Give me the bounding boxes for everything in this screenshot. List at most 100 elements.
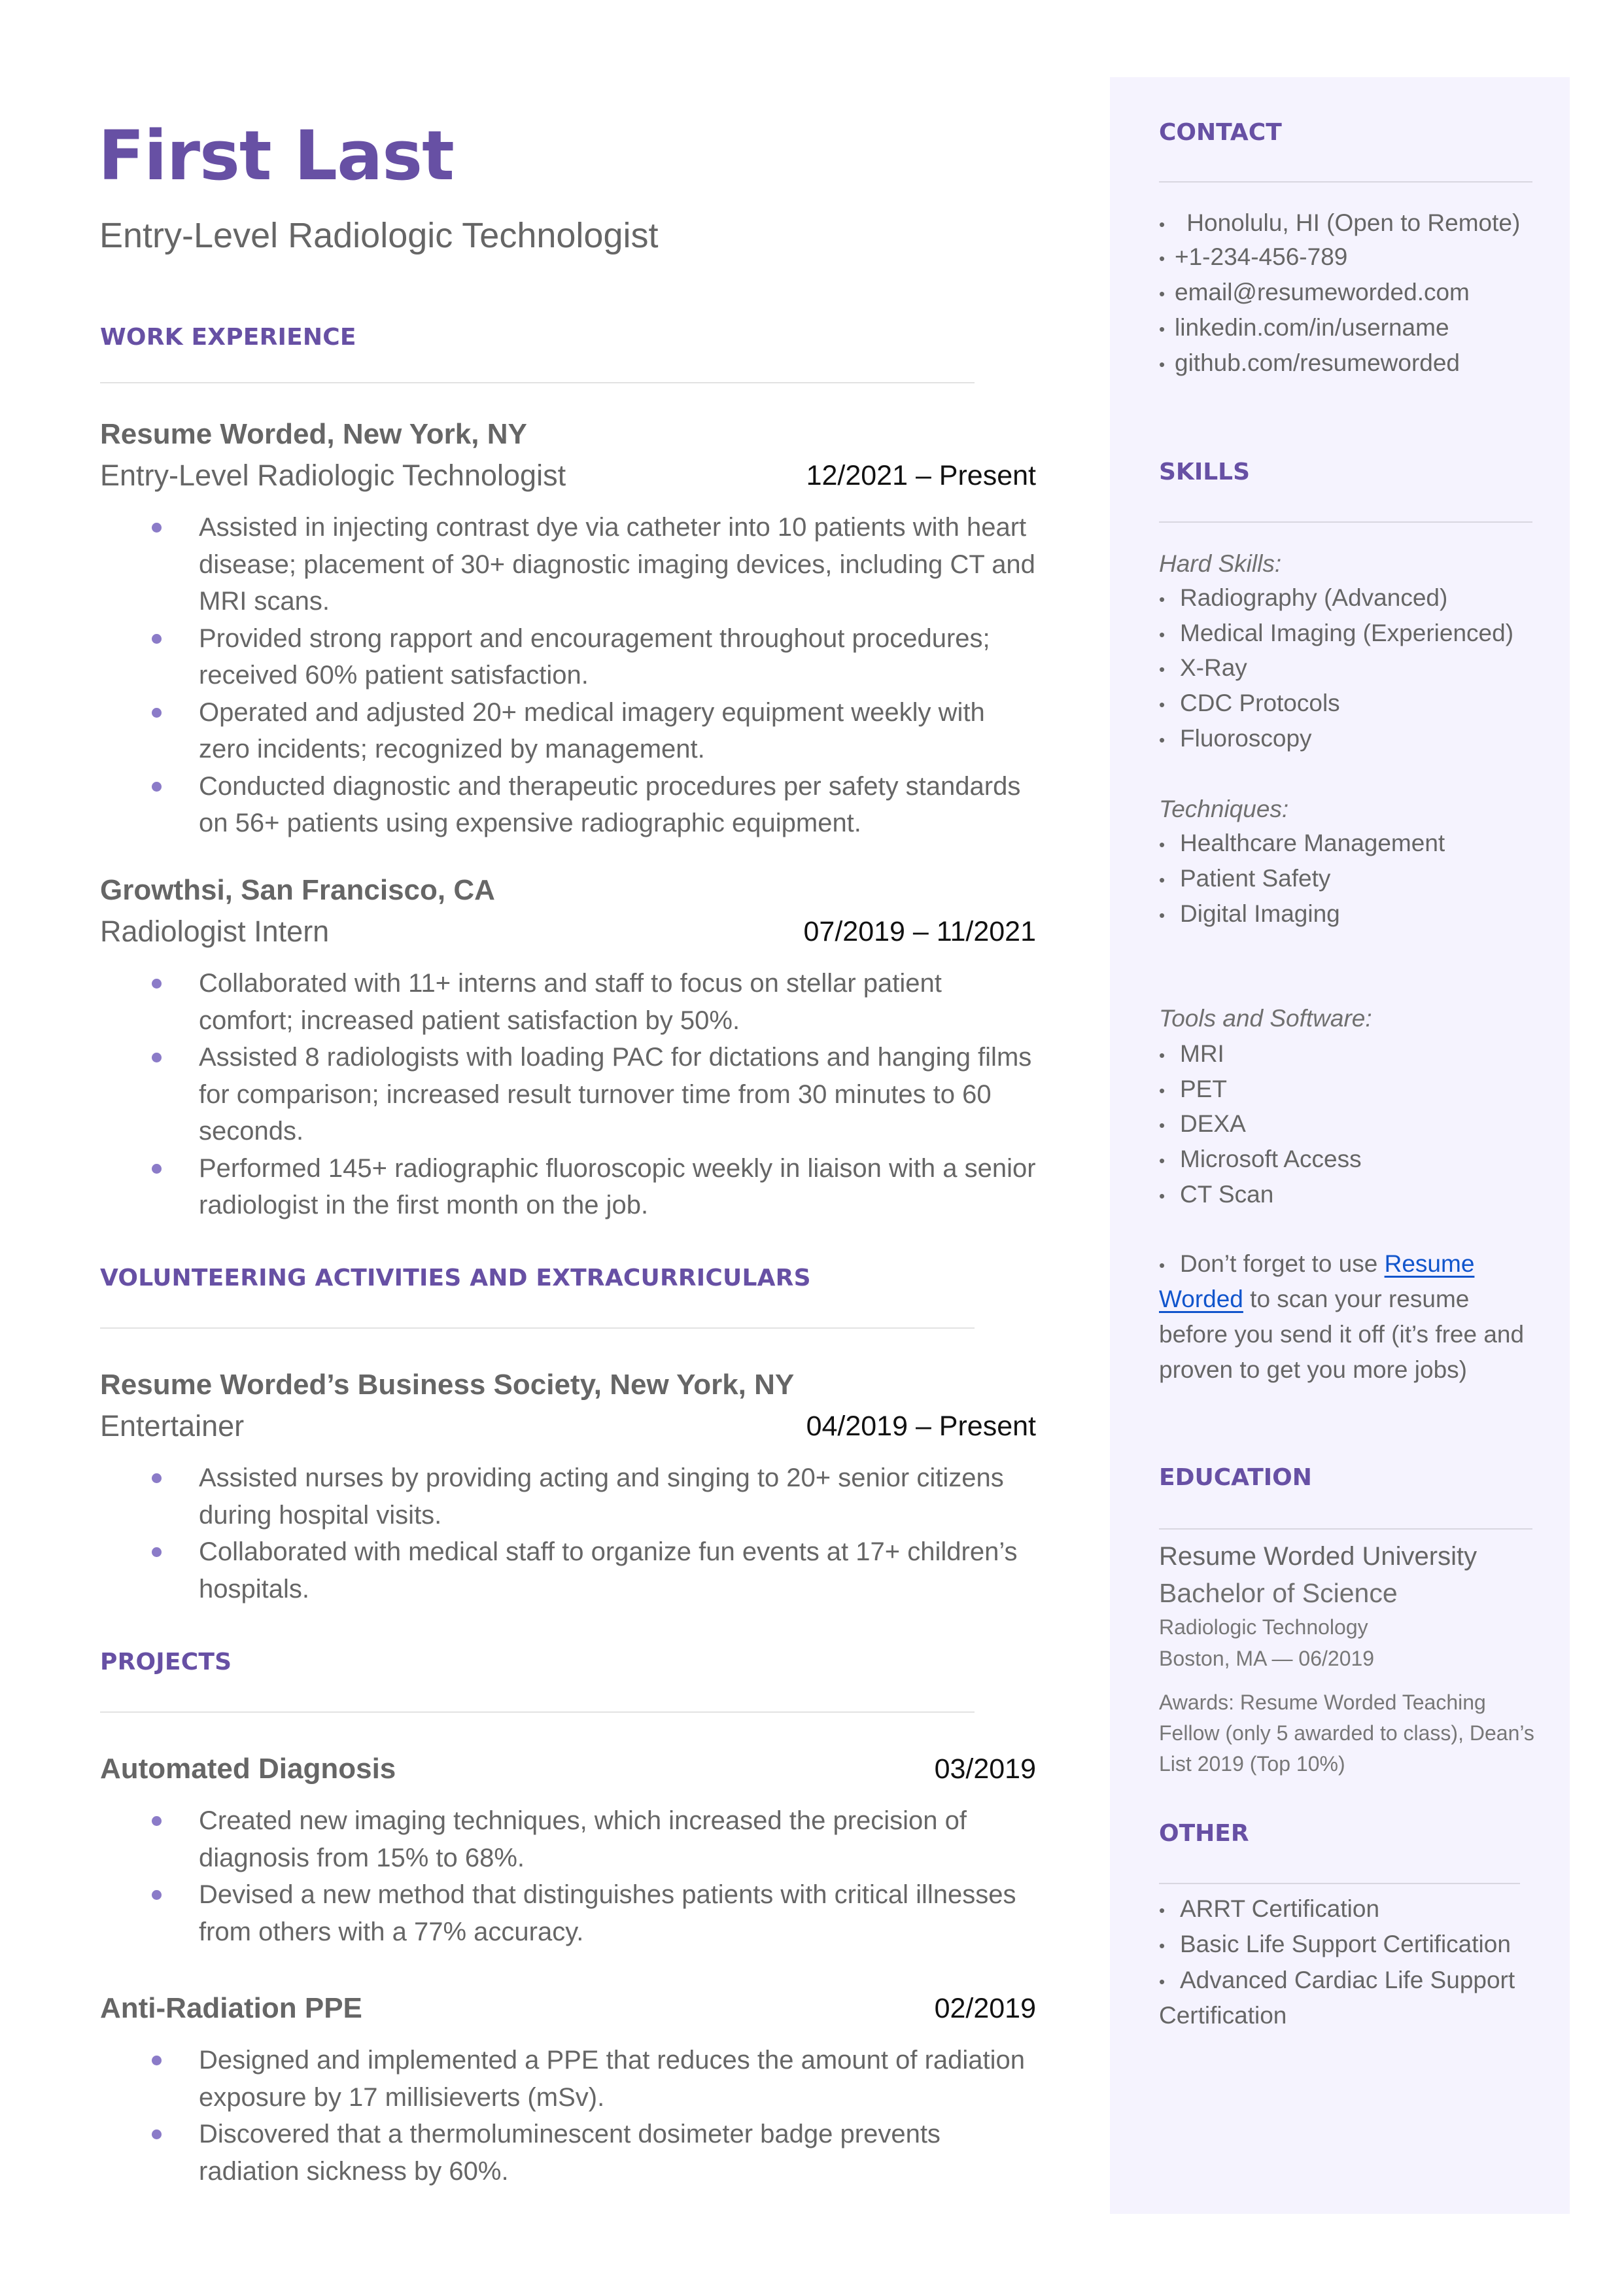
bullet-dot-icon [152, 2056, 162, 2065]
tip-line: proven to get you more jobs) [1159, 1356, 1467, 1383]
bullet-dot-icon: • [1159, 835, 1166, 855]
bullet-item: Designed and implemented a PPE that redu… [150, 2042, 1040, 2116]
project-title: Automated Diagnosis [100, 1753, 396, 1785]
bullet-dot-icon [152, 633, 162, 644]
skill-item: • Healthcare Management [1159, 827, 1445, 861]
bullet-dot-icon: • [1159, 1255, 1166, 1276]
certification-item: • Basic Life Support Certification [1159, 1928, 1511, 1962]
tip-line: Worded to scan your resume [1159, 1286, 1470, 1312]
education-degree: Bachelor of Science [1159, 1578, 1398, 1608]
education-school: Resume Worded University [1159, 1542, 1477, 1571]
bullet-dot-icon [152, 707, 162, 718]
section-divider [1159, 1883, 1520, 1884]
bullet-dot-icon [152, 1473, 162, 1483]
bullet-dot-icon [152, 1163, 162, 1174]
bullet-item: Devised a new method that distinguishes … [150, 1876, 1040, 1950]
bullet-dot-icon: • [1159, 625, 1166, 645]
bullet-dot-icon: • [1159, 659, 1166, 680]
project-bullets: Designed and implemented a PPE that redu… [150, 2042, 1040, 2190]
project-date: 02/2019 [934, 1993, 1036, 2024]
volunteer-role: Entertainer [100, 1409, 245, 1443]
bullet-dot-icon [152, 979, 162, 989]
certification-item: • Advanced Cardiac Life Support [1159, 1964, 1515, 1998]
job-bullets: Assisted in injecting contrast dye via c… [150, 509, 1040, 842]
section-divider [100, 1711, 975, 1713]
skill-item: • Digital Imaging [1159, 898, 1340, 932]
section-heading-volunteering: VOLUNTEERING ACTIVITIES AND EXTRACURRICU… [100, 1265, 811, 1291]
skill-item: • X-Ray [1159, 652, 1247, 686]
resume-worded-link[interactable]: Worded [1159, 1286, 1243, 1312]
bullet-item: Conducted diagnostic and therapeutic pro… [150, 768, 1040, 842]
bullet-dot-icon: • [1159, 730, 1166, 750]
bullet-dot-icon: • [1159, 284, 1166, 304]
bullet-dot-icon [152, 1053, 162, 1062]
education-major: Radiologic Technology [1159, 1615, 1368, 1639]
bullet-dot-icon: • [1159, 1936, 1166, 1956]
bullet-dot-icon: • [1159, 355, 1166, 375]
bullet-item: Discovered that a thermoluminescent dosi… [150, 2116, 1040, 2190]
job-dates: 07/2019 – 11/2021 [803, 916, 1037, 947]
section-heading-skills: SKILLS [1159, 459, 1251, 485]
tip-line: before you send it off (it’s free and [1159, 1321, 1525, 1348]
skills-hard-label: Hard Skills: [1159, 550, 1282, 577]
bullet-dot-icon [152, 1816, 162, 1826]
bullet-dot-icon: • [1159, 1186, 1166, 1206]
bullet-dot-icon [152, 1547, 162, 1557]
certification-item: • ARRT Certification [1159, 1893, 1379, 1927]
bullet-dot-icon: • [1159, 1081, 1166, 1101]
bullet-dot-icon: • [1159, 695, 1166, 715]
section-heading-other: OTHER [1159, 1820, 1249, 1847]
education-location-date: Boston, MA — 06/2019 [1159, 1647, 1375, 1670]
certification-item-continuation: Certification [1159, 2002, 1287, 2029]
section-heading-education: EDUCATION [1159, 1464, 1312, 1491]
skill-item: • MRI [1159, 1038, 1224, 1072]
section-heading-contact: CONTACT [1159, 119, 1282, 146]
bullet-item: Collaborated with medical staff to organ… [150, 1533, 1040, 1607]
job-dates: 12/2021 – Present [806, 460, 1036, 491]
skill-item: • DEXA [1159, 1108, 1246, 1142]
skill-item: • Medical Imaging (Experienced) [1159, 617, 1513, 651]
section-divider [1159, 181, 1532, 183]
contact-github[interactable]: • github.com/resumeworded [1159, 347, 1460, 381]
project-bullets: Created new imaging techniques, which in… [150, 1802, 1040, 1950]
skill-item: • Microsoft Access [1159, 1143, 1362, 1177]
job-bullets: Collaborated with 11+ interns and staff … [150, 965, 1040, 1224]
skills-tools-label: Tools and Software: [1159, 1005, 1372, 1032]
bullet-item: Performed 145+ radiographic fluoroscopic… [150, 1150, 1040, 1224]
project-date: 03/2019 [934, 1753, 1036, 1785]
bullet-dot-icon: • [1159, 870, 1166, 890]
skill-item: • Fluoroscopy [1159, 722, 1312, 756]
resume-worded-link[interactable]: Resume [1385, 1250, 1475, 1277]
bullet-dot-icon: • [1159, 319, 1166, 340]
candidate-title: Entry-Level Radiologic Technologist [99, 216, 659, 255]
education-awards: Awards: Resume Worded Teaching [1159, 1691, 1486, 1714]
section-divider [100, 1327, 975, 1329]
skill-item: • Patient Safety [1159, 862, 1330, 896]
bullet-dot-icon: • [1159, 215, 1166, 235]
section-divider [100, 382, 975, 383]
volunteer-organization: Resume Worded’s Business Society, New Yo… [100, 1369, 795, 1401]
bullet-dot-icon [152, 2129, 162, 2139]
bullet-item: Provided strong rapport and encouragemen… [150, 620, 1040, 694]
bullet-dot-icon: • [1159, 589, 1166, 610]
section-heading-work-experience: WORK EXPERIENCE [100, 324, 356, 351]
contact-location: • Honolulu, HI (Open to Remote) [1159, 207, 1520, 241]
section-divider [1159, 1528, 1532, 1530]
candidate-name: First Last [98, 116, 455, 196]
skill-item: • CT Scan [1159, 1178, 1273, 1212]
bullet-dot-icon: • [1159, 1115, 1166, 1136]
bullet-item: Assisted nurses by providing acting and … [150, 1460, 1040, 1533]
education-awards: Fellow (only 5 awarded to class), Dean’s [1159, 1721, 1534, 1745]
contact-phone: • +1-234-456-789 [1159, 241, 1347, 275]
bullet-dot-icon [152, 523, 162, 533]
job-company: Growthsi, San Francisco, CA [100, 874, 495, 906]
volunteer-bullets: Assisted nurses by providing acting and … [150, 1460, 1040, 1607]
bullet-dot-icon: • [1159, 1045, 1166, 1066]
bullet-dot-icon: • [1159, 1901, 1166, 1921]
contact-email[interactable]: • email@resumeworded.com [1159, 276, 1470, 310]
skill-item: • CDC Protocols [1159, 687, 1340, 721]
job-role: Radiologist Intern [100, 915, 330, 948]
bullet-item: Assisted 8 radiologists with loading PAC… [150, 1039, 1040, 1150]
contact-linkedin[interactable]: • linkedin.com/in/username [1159, 311, 1449, 345]
bullet-dot-icon: • [1159, 905, 1166, 926]
